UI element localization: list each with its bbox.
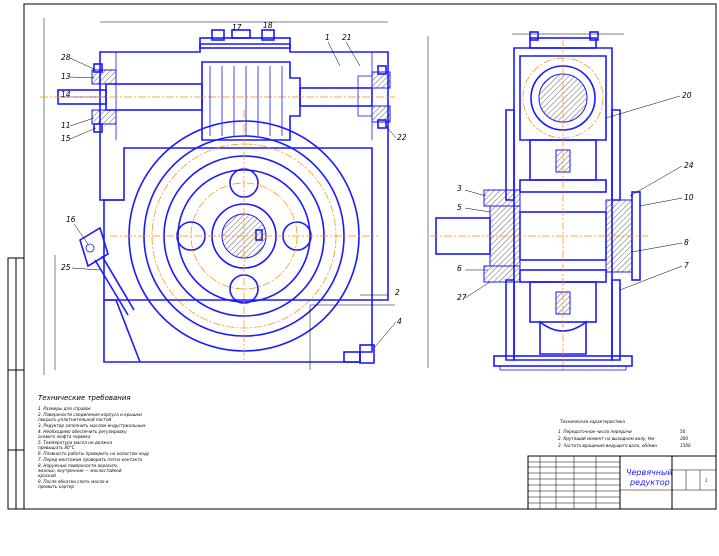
requirement-line: покрыть уплотнительной пастой	[38, 417, 112, 422]
front-view	[40, 18, 395, 375]
assembly-drawing: 28 13 14 11 15 16 25 17 18 1 21 22 2 4 2…	[7, 3, 717, 510]
part-label: 16	[66, 215, 76, 224]
part-label: 8	[684, 238, 689, 247]
part-label: 20	[682, 91, 692, 100]
part-label: 21	[342, 33, 352, 42]
part-label: 11	[61, 121, 71, 130]
requirement-line: промыть картер	[38, 484, 74, 489]
spec-line: 2. Крутящий момент на выходном валу, Нм	[558, 436, 654, 441]
part-label: 4	[397, 317, 402, 326]
part-label: 28	[61, 53, 71, 62]
part-label: 25	[61, 263, 71, 272]
part-label: 10	[684, 193, 694, 202]
requirement-line: 7. Перед монтажом проверить пятно контак…	[38, 457, 143, 462]
part-label: 6	[457, 264, 462, 273]
part-label: 14	[61, 90, 71, 99]
drawing-title: редуктор	[629, 478, 670, 487]
part-label: 27	[457, 293, 467, 302]
part-label: 24	[684, 161, 694, 170]
requirement-line: 6. Плавность работы проверить на холосто…	[38, 451, 150, 456]
technical-characteristics: Техническая характеристика 1. Передаточн…	[558, 419, 691, 448]
part-label: 18	[263, 21, 273, 30]
part-label: 2	[395, 288, 400, 297]
part-label: 1	[325, 33, 330, 42]
requirement-line: краской	[38, 473, 56, 478]
spec-value: 1500	[680, 443, 691, 448]
side-view	[427, 31, 650, 371]
part-label: 3	[457, 184, 462, 193]
spec-value: 50	[680, 429, 686, 434]
requirements-title: Технические требования	[38, 394, 131, 402]
part-label: 15	[61, 134, 71, 143]
requirement-line: 1. Размеры для справок	[38, 406, 91, 411]
part-label: 22	[397, 133, 407, 142]
part-label: 7	[684, 261, 689, 270]
requirement-line: превышать 80°С	[38, 445, 75, 450]
spec-value: 300	[680, 436, 688, 441]
spec-title: Техническая характеристика	[560, 419, 626, 424]
spec-line: 1. Передаточное число передачи	[558, 429, 632, 434]
requirement-line: осевого люфта червяка	[38, 434, 91, 439]
part-label: 13	[61, 72, 71, 81]
part-label: 5	[457, 203, 462, 212]
title-block: Червячный редуктор 1	[527, 455, 717, 510]
spec-line: 3. Частота вращения ведущего вала, об/ми…	[558, 443, 657, 448]
requirement-line: 3. Редуктор заполнить маслом индустриаль…	[38, 423, 145, 428]
sheet-count: 1	[705, 478, 708, 483]
part-label: 17	[232, 23, 242, 32]
technical-requirements: Технические требования 1. Размеры для сп…	[38, 394, 150, 489]
drawing-title: Червячный	[626, 468, 672, 477]
